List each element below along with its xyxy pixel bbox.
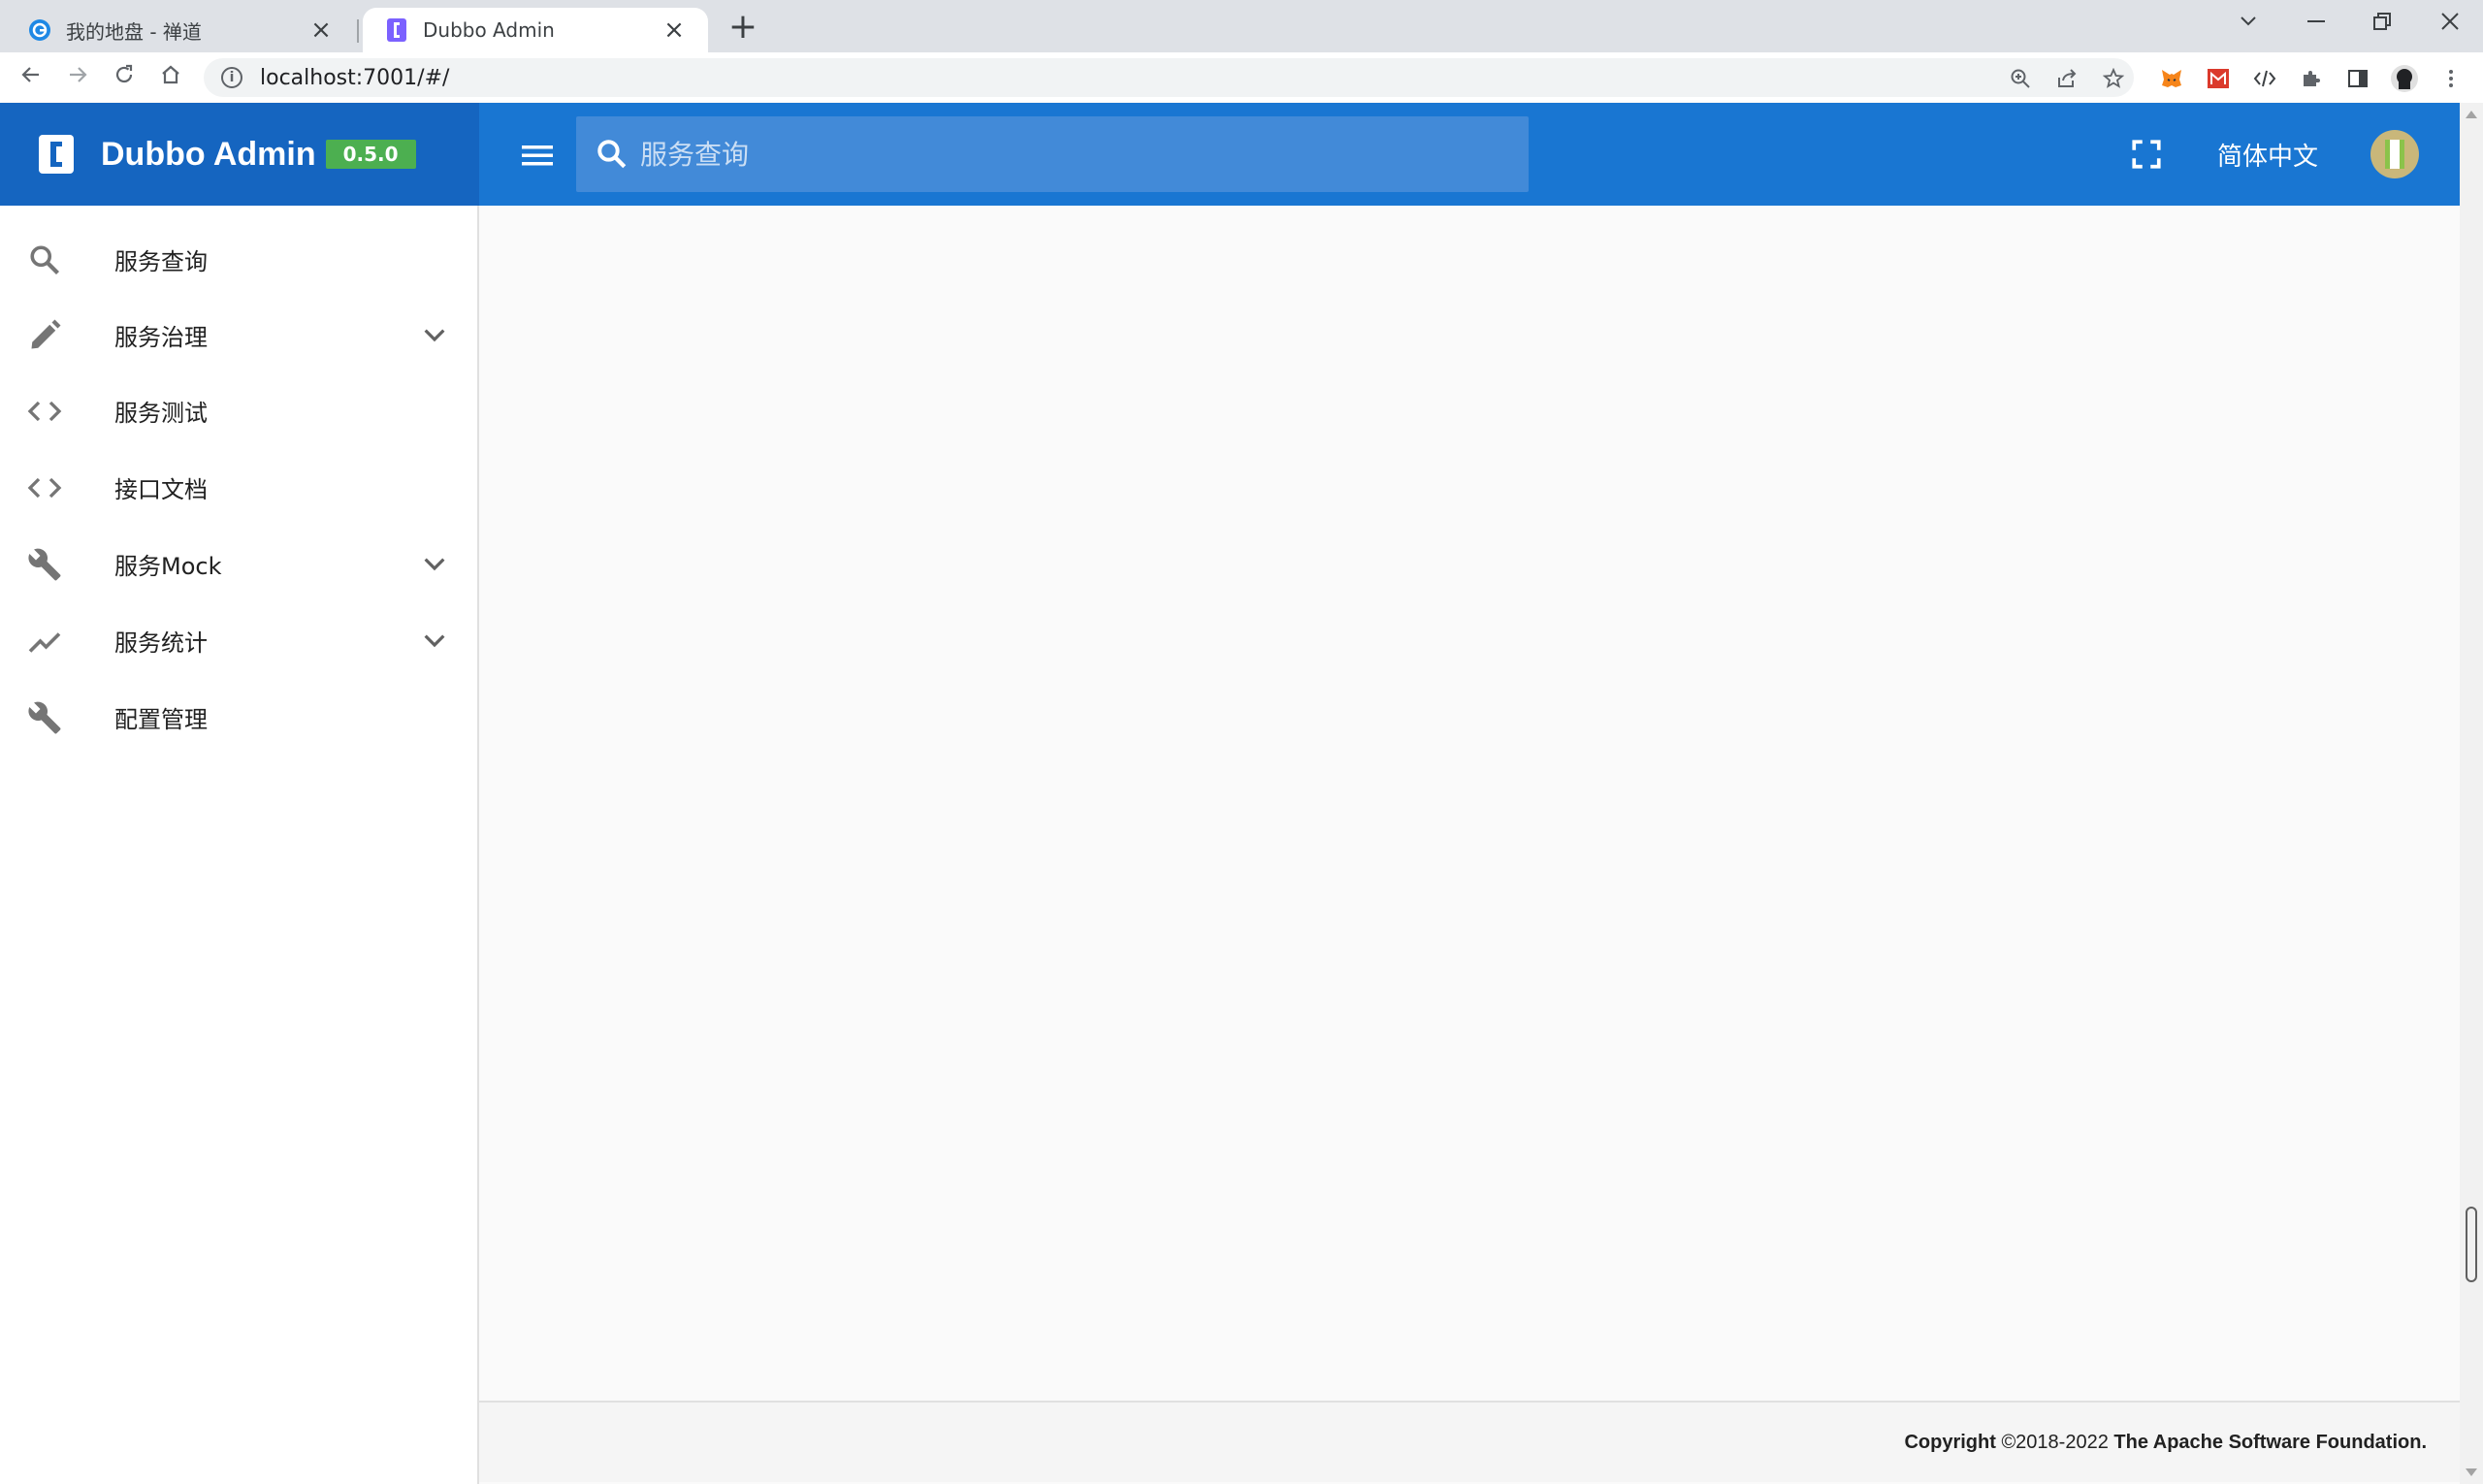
tab-search-chevron-icon[interactable] — [2215, 0, 2281, 43]
sidebar-nav: 服务查询 服务治理 服务测试 接口文档 服务Mock 服务统计 配置管理 — [0, 206, 479, 1484]
search-icon — [30, 245, 59, 274]
brand-title: Dubbo Admin — [101, 135, 316, 173]
copyright-text: Copyright ©2018-2022 The Apache Software… — [1904, 1432, 2427, 1454]
new-tab-icon[interactable]: + — [724, 8, 762, 47]
tab-title: 我的地盘 - 禅道 — [66, 19, 202, 44]
back-arrow-icon[interactable] — [14, 60, 48, 95]
chevron-down-icon[interactable] — [419, 320, 450, 351]
copyright-org: The Apache Software Foundation. — [2113, 1432, 2427, 1453]
sidebar-item-label: 服务统计 — [114, 629, 208, 657]
trending-icon — [28, 632, 61, 653]
sidebar-item-service-governance[interactable]: 服务治理 — [0, 297, 477, 372]
search-icon — [597, 140, 627, 169]
sidebar-item-service-statistics[interactable]: 服务统计 — [0, 602, 477, 678]
profile-avatar-icon[interactable] — [2390, 64, 2419, 93]
menu-hamburger-icon[interactable] — [518, 136, 557, 175]
home-icon[interactable] — [153, 60, 188, 95]
scroll-down-icon[interactable] — [2466, 1468, 2477, 1476]
code-icon — [27, 477, 62, 499]
zentao-favicon-icon — [27, 17, 52, 43]
side-panel-icon[interactable] — [2343, 64, 2372, 93]
browser-toolbar: i localhost:7001/#/ — [0, 52, 2483, 103]
bookmark-star-icon[interactable] — [2099, 64, 2128, 93]
sidebar-item-api-docs[interactable]: 接口文档 — [0, 449, 477, 525]
scroll-up-icon[interactable] — [2466, 111, 2477, 118]
fullscreen-icon[interactable] — [2130, 138, 2163, 171]
wrench-icon — [28, 548, 61, 581]
service-search-box[interactable] — [576, 116, 1529, 192]
extensions-puzzle-icon[interactable] — [2297, 64, 2326, 93]
scrollbar-thumb[interactable] — [2466, 1207, 2477, 1282]
page-scrollbar[interactable] — [2460, 103, 2483, 1484]
browser-tab-zentao[interactable]: 我的地盘 - 禅道 × — [6, 8, 355, 52]
restore-icon[interactable] — [2349, 0, 2415, 43]
brand[interactable]: Dubbo Admin 0.5.0 — [0, 103, 479, 206]
share-icon[interactable] — [2052, 64, 2081, 93]
close-window-icon[interactable] — [2417, 0, 2483, 43]
chevron-down-icon[interactable] — [419, 626, 450, 657]
reload-icon[interactable] — [107, 60, 142, 95]
gmail-extension-icon[interactable] — [2204, 64, 2233, 93]
dubbo-logo-icon — [39, 135, 74, 174]
pencil-icon — [31, 319, 61, 349]
search-input[interactable] — [638, 137, 1529, 172]
chevron-down-icon[interactable] — [419, 549, 450, 580]
sidebar-item-label: 服务治理 — [114, 323, 208, 351]
user-avatar[interactable] — [2370, 130, 2419, 178]
code-icon — [27, 401, 62, 422]
tab-close-icon[interactable]: × — [308, 16, 334, 45]
copyright-years: ©2018-2022 — [2001, 1432, 2109, 1453]
copyright-label: Copyright — [1904, 1432, 1996, 1453]
url-text: localhost:7001/#/ — [260, 65, 450, 90]
site-info-icon[interactable]: i — [221, 67, 242, 88]
sidebar-item-label: 接口文档 — [114, 475, 208, 503]
main-content — [479, 206, 2460, 1401]
chrome-menu-icon[interactable] — [2436, 64, 2466, 93]
sidebar-item-service-search[interactable]: 服务查询 — [0, 221, 477, 297]
tab-title: Dubbo Admin — [423, 18, 555, 42]
sidebar-item-label: 服务测试 — [114, 399, 208, 427]
version-badge: 0.5.0 — [325, 140, 416, 169]
zoom-icon[interactable] — [2006, 64, 2035, 93]
sidebar-item-service-test[interactable]: 服务测试 — [0, 372, 477, 448]
browser-tabstrip: 我的地盘 - 禅道 × Dubbo Admin × + — [0, 0, 2483, 52]
browser-tab-dubbo[interactable]: Dubbo Admin × — [363, 8, 708, 52]
tab-close-icon[interactable]: × — [661, 16, 687, 45]
sidebar-item-service-mock[interactable]: 服务Mock — [0, 526, 477, 601]
sidebar-item-label: 服务查询 — [114, 247, 208, 275]
address-bar[interactable]: i localhost:7001/#/ — [204, 58, 2134, 97]
sidebar-item-label: 配置管理 — [114, 705, 208, 733]
metamask-extension-icon[interactable] — [2157, 64, 2186, 93]
wrench-icon — [28, 701, 61, 734]
tab-separator — [357, 19, 359, 43]
dubbo-favicon-icon — [384, 17, 409, 43]
language-switch-button[interactable]: 简体中文 — [2202, 128, 2334, 180]
code-extension-icon[interactable] — [2250, 64, 2279, 93]
minimize-icon[interactable] — [2283, 0, 2349, 43]
sidebar-item-label: 服务Mock — [114, 552, 222, 580]
sidebar-item-config-management[interactable]: 配置管理 — [0, 679, 477, 755]
forward-arrow-icon[interactable] — [60, 60, 95, 95]
app-header: Dubbo Admin 0.5.0 简体中文 — [0, 103, 2460, 206]
footer: Copyright ©2018-2022 The Apache Software… — [479, 1401, 2460, 1482]
